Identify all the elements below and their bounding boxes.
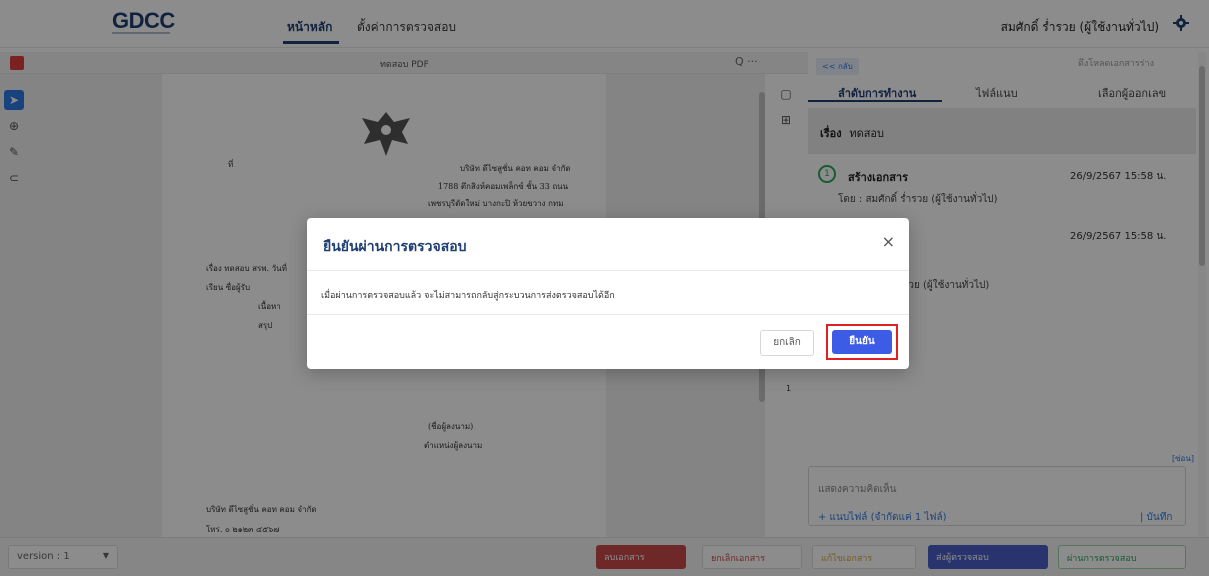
dialog-title: ยืนยันผ่านการตรวจสอบ bbox=[323, 239, 467, 255]
close-icon[interactable]: × bbox=[882, 232, 895, 251]
confirm-button[interactable]: ยืนยัน bbox=[832, 330, 892, 354]
dialog-divider bbox=[307, 314, 909, 315]
confirm-dialog: ยืนยันผ่านการตรวจสอบ × เมื่อผ่านการตรวจส… bbox=[307, 218, 909, 369]
cancel-button[interactable]: ยกเลิก bbox=[760, 330, 814, 356]
dialog-divider bbox=[307, 270, 909, 271]
confirm-highlight: ยืนยัน bbox=[826, 324, 898, 360]
dialog-message: เมื่อผ่านการตรวจสอบแล้ว จะไม่สามารถกลับส… bbox=[321, 291, 615, 301]
